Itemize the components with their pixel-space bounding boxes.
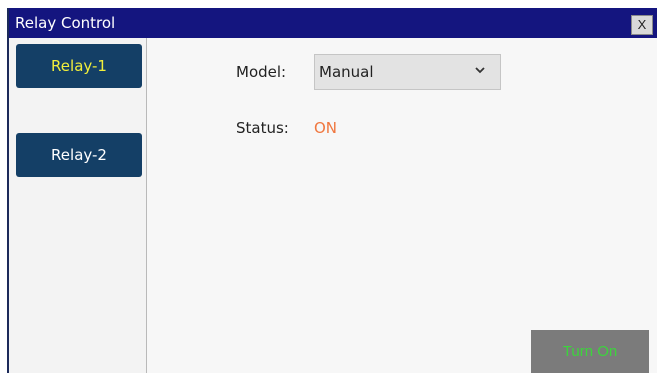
status-label: Status: [236,119,289,137]
model-label: Model: [236,63,287,81]
sidebar: Relay-1 Relay-2 [9,38,147,373]
status-value: ON [314,119,338,137]
main-panel: Model: Manual Status: ON Turn On [147,38,657,373]
close-button[interactable]: X [631,15,653,35]
model-select-value: Manual [319,63,374,81]
chevron-down-icon [475,67,485,74]
window-title: Relay Control [15,14,116,32]
sidebar-item-relay-1[interactable]: Relay-1 [16,44,142,88]
turn-on-button[interactable]: Turn On [531,330,649,373]
title-bar: Relay Control X [9,8,657,38]
model-select[interactable]: Manual [314,54,501,90]
sidebar-item-relay-2[interactable]: Relay-2 [16,133,142,177]
relay-control-window: Relay Control X Relay-1 Relay-2 Model: M… [7,8,657,373]
